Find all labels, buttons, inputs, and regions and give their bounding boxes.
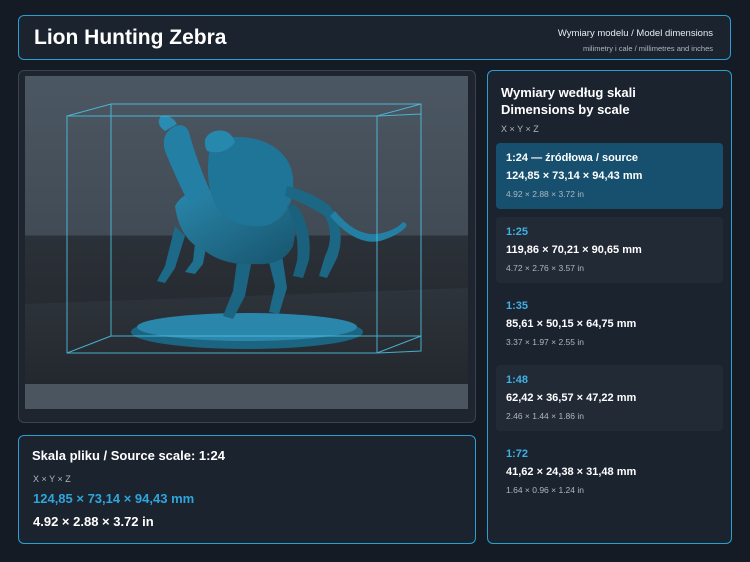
header-panel: Lion Hunting Zebra Wymiary modelu / Mode… bbox=[18, 15, 731, 60]
scale-item-1-72[interactable]: 1:72 41,62 × 24,38 × 31,48 mm 1.64 × 0.9… bbox=[496, 439, 723, 505]
scale-dimensions-mm: 62,42 × 36,57 × 47,22 mm bbox=[506, 392, 637, 404]
scale-label: 1:25 bbox=[506, 226, 529, 238]
scale-item-1-25[interactable]: 1:25 119,86 × 70,21 × 90,65 mm 4.72 × 2.… bbox=[496, 217, 723, 283]
source-scale-panel: Skala pliku / Source scale: 1:24 X × Y ×… bbox=[18, 435, 476, 544]
model-title: Lion Hunting Zebra bbox=[34, 26, 227, 49]
scale-dimensions-in: 4.72 × 2.76 × 3.57 in bbox=[506, 263, 584, 273]
header-units-note: milimetry i cale / millimetres and inche… bbox=[582, 44, 713, 53]
scale-dimensions-mm: 41,62 × 24,38 × 31,48 mm bbox=[506, 466, 637, 478]
source-dimensions-in: 4.92 × 2.88 × 3.72 in bbox=[33, 514, 154, 529]
source-axes-label: X × Y × Z bbox=[33, 474, 71, 484]
model-viewport[interactable] bbox=[18, 70, 476, 423]
scale-dimensions-mm: 119,86 × 70,21 × 90,65 mm bbox=[506, 244, 642, 256]
scale-dimensions-mm: 124,85 × 73,14 × 94,43 mm bbox=[506, 170, 643, 182]
header-subtitle: Wymiary modelu / Model dimensions bbox=[557, 28, 713, 39]
viewport-bottom-strip bbox=[25, 384, 468, 409]
scale-item-1-24[interactable]: 1:24 — źródłowa / source 124,85 × 73,14 … bbox=[496, 143, 723, 209]
scale-label: 1:48 bbox=[506, 374, 529, 386]
model-base-top bbox=[137, 313, 357, 341]
scale-dimensions-in: 3.37 × 1.97 × 2.55 in bbox=[506, 337, 584, 347]
scales-panel: Wymiary według skali Dimensions by scale… bbox=[487, 70, 732, 544]
scale-label: 1:35 bbox=[506, 300, 529, 312]
source-scale-title: Skala pliku / Source scale: 1:24 bbox=[32, 448, 225, 463]
scales-title-pl: Wymiary według skali bbox=[501, 85, 636, 100]
scale-item-1-35[interactable]: 1:35 85,61 × 50,15 × 64,75 mm 3.37 × 1.9… bbox=[496, 291, 723, 357]
model-render bbox=[25, 76, 468, 409]
scale-label: 1:24 — źródłowa / source bbox=[506, 152, 639, 164]
scale-dimensions-in: 1.64 × 0.96 × 1.24 in bbox=[506, 485, 584, 495]
scale-item-1-48[interactable]: 1:48 62,42 × 36,57 × 47,22 mm 2.46 × 1.4… bbox=[496, 365, 723, 431]
source-dimensions-mm: 124,85 × 73,14 × 94,43 mm bbox=[33, 491, 195, 506]
scale-dimensions-mm: 85,61 × 50,15 × 64,75 mm bbox=[506, 318, 637, 330]
scale-dimensions-in: 4.92 × 2.88 × 3.72 in bbox=[506, 189, 584, 199]
scales-panel-title: Wymiary według skali Dimensions by scale bbox=[501, 84, 636, 118]
scale-label: 1:72 bbox=[506, 448, 529, 460]
scales-axes-label: X × Y × Z bbox=[501, 124, 539, 134]
scale-dimensions-in: 2.46 × 1.44 × 1.86 in bbox=[506, 411, 584, 421]
scales-title-en: Dimensions by scale bbox=[501, 102, 630, 117]
